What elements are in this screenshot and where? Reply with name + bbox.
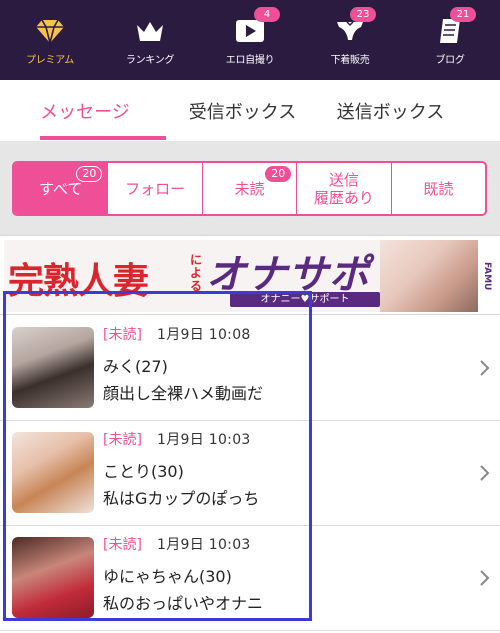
chevron-right-icon [480,570,490,586]
nav-label: プレミアム [26,55,74,66]
message-list: [未読] 1月9日 10:08 みく(27) 顔出し全裸ハメ動画だ [未読] 1… [0,316,500,631]
filter-read[interactable]: 既読 [390,163,485,214]
filter-unread[interactable]: 20 未読 [201,163,296,214]
filter-label: 既読 [423,179,454,198]
nav-label: ランキング [125,55,175,66]
nav-badge: 23 [350,7,376,22]
filter-area: 20 すべて フォロー 20 未読 送信 履歴あり 既読 [0,142,500,235]
message-date: 1月9日 10:03 [157,537,251,553]
filter-label: フォロー [125,179,186,198]
filter-all[interactable]: 20 すべて [14,163,108,214]
banner-brand-sub: オナニー♥サポート [230,292,380,307]
nav-label: 下着販売 [330,55,370,66]
banner-photo [380,240,478,312]
tab-messages[interactable]: メッセージ [0,80,170,142]
avatar [12,537,94,618]
message-preview: 私のおっぱいやオナニ [103,594,264,613]
filter-sent-history[interactable]: 送信 履歴あり [296,163,390,214]
crown-icon [135,17,165,45]
avatar [12,432,94,513]
nav-item-blog[interactable]: 21 ブログ [400,0,500,80]
filter-badge: 20 [265,166,292,182]
nav-label: エロ自撮り [225,55,275,66]
list-item[interactable]: [未読] 1月9日 10:03 ことり(30) 私はGカップのぽっち [0,421,500,526]
filter-label: 送信 履歴あり [313,170,374,207]
sender-name: みく(27) [103,357,168,376]
avatar [12,327,94,408]
nav-badge: 4 [254,7,280,22]
diamond-icon [35,17,65,45]
banner-connector: による [190,253,203,293]
chevron-right-icon [480,360,490,376]
list-item[interactable]: [未読] 1月9日 10:03 ゆにゃちゃん(30) 私のおっぱいやオナニ [0,526,500,631]
filter-label: すべて [39,179,83,198]
unread-tag: [未読] [103,432,142,448]
nav-item-selfie[interactable]: 4 エロ自撮り [200,0,300,80]
message-preview: 私はGカップのぽっち [103,489,260,508]
unread-tag: [未読] [103,327,142,343]
message-date: 1月9日 10:03 [157,432,251,448]
filter-follow[interactable]: フォロー [107,163,201,214]
ad-banner-inner: 完熟人妻 による オナサポ オナニー♥サポート FAMU [4,240,496,312]
filter-segmented-control: 20 すべて フォロー 20 未読 送信 履歴あり 既読 [12,161,487,216]
nav-label: ブログ [435,55,465,66]
message-tabs: メッセージ 受信ボックス 送信ボックス [0,80,500,142]
banner-title: 完熟人妻 [8,260,149,302]
chevron-right-icon [480,465,490,481]
top-nav: プレミアム ランキング 4 エロ自撮り 23 下着販売 21 ブログ [0,0,500,80]
sender-name: ことり(30) [103,462,184,481]
nav-item-premium[interactable]: プレミアム [0,0,100,80]
message-date: 1月9日 10:08 [157,327,251,343]
filter-label: 未読 [234,179,265,198]
message-preview: 顔出し全裸ハメ動画だ [103,384,264,403]
sender-name: ゆにゃちゃん(30) [103,567,232,586]
banner-brand-logo: FAMU [478,240,496,312]
tab-inbox[interactable]: 受信ボックス [170,80,315,142]
unread-tag: [未読] [103,537,142,553]
nav-item-ranking[interactable]: ランキング [100,0,200,80]
nav-item-underwear[interactable]: 23 下着販売 [300,0,400,80]
list-item[interactable]: [未読] 1月9日 10:08 みく(27) 顔出し全裸ハメ動画だ [0,316,500,421]
filter-badge: 20 [76,166,103,182]
tab-outbox[interactable]: 送信ボックス [315,80,460,142]
nav-badge: 21 [450,7,476,22]
ad-banner[interactable]: 完熟人妻 による オナサポ オナニー♥サポート FAMU [0,235,500,315]
